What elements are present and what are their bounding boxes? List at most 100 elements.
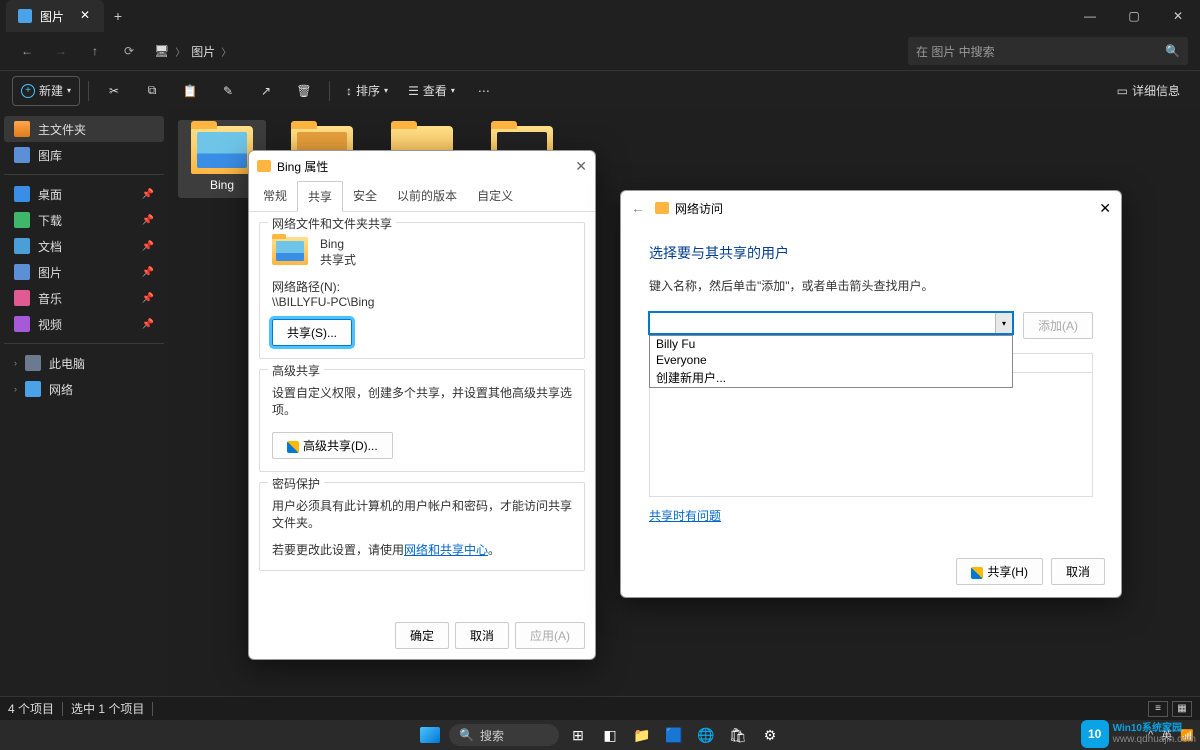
delete-button[interactable]: 🗑 [287,76,321,106]
sidebar-item-home[interactable]: 主文件夹 [4,116,164,142]
network-icon [25,381,41,397]
user-input[interactable] [650,313,994,333]
back-button[interactable]: ← [12,36,42,66]
advanced-share-button[interactable]: 高级共享(D)... [272,432,393,459]
sidebar-item-music[interactable]: 音乐📌 [4,285,164,311]
tab-general[interactable]: 常规 [253,181,297,211]
search-input[interactable]: 在 图片 中搜索 🔍 [908,37,1188,65]
edge-icon[interactable]: 🌐 [693,724,719,746]
properties-tabs: 常规 共享 安全 以前的版本 自定义 [249,181,595,212]
explorer-icon[interactable]: 📁 [629,724,655,746]
more-button[interactable]: ⋯ [467,76,501,106]
dropdown-option[interactable]: Everyone [650,352,1012,368]
tab-share[interactable]: 共享 [297,181,343,212]
sidebar-item-thispc[interactable]: ›此电脑 [4,350,164,376]
dialog-header[interactable]: ← 网络访问 ✕ [621,191,1121,225]
taskbar-app[interactable]: ⚙ [757,724,783,746]
netpath-value: \\BILLYFU-PC\Bing [272,295,572,309]
refresh-button[interactable]: ⟳ [114,36,144,66]
dropdown-option[interactable]: 创建新用户... [650,368,1012,387]
maximize-button[interactable]: ▢ [1112,0,1156,32]
folder-icon [257,160,271,172]
share-button[interactable]: ↗ [249,76,283,106]
paste-button[interactable]: 📋 [173,76,207,106]
start-button[interactable] [417,724,443,746]
add-button[interactable]: 添加(A) [1023,312,1093,339]
dropdown-button[interactable]: ▾ [995,313,1012,333]
store-icon[interactable]: 🛍 [725,724,751,746]
dialog-title: 网络访问 [675,200,723,217]
sidebar-item-downloads[interactable]: 下载📌 [4,207,164,233]
apply-button[interactable]: 应用(A) [515,622,585,649]
dialog-buttons: 确定 取消 应用(A) [395,622,585,649]
dialog-header[interactable]: Bing 属性 ✕ [249,151,595,181]
user-combobox[interactable]: ▾ Billy Fu Everyone 创建新用户... [649,312,1013,334]
sidebar-item-documents[interactable]: 文档📌 [4,233,164,259]
sidebar-item-desktop[interactable]: 桌面📌 [4,181,164,207]
dialog-title: Bing 属性 [277,158,328,175]
new-button[interactable]: + 新建 ▾ [12,76,80,106]
sort-button[interactable]: ↕ 排序 ▾ [338,76,396,106]
network-center-link[interactable]: 网络和共享中心 [404,543,488,557]
close-tab-icon[interactable]: ✕ [78,9,92,23]
sidebar-item-network[interactable]: ›网络 [4,376,164,402]
minimize-button[interactable]: — [1068,0,1112,32]
close-dialog-button[interactable]: ✕ [575,158,587,175]
folder-icon [272,237,308,265]
breadcrumb[interactable]: 🖥 〉 图片 〉 [154,43,231,60]
help-link[interactable]: 共享时有问题 [649,509,721,523]
watermark: 10 Win10系统家园 www.qdhuajin.com [1081,720,1196,748]
pin-icon: 📌 [142,319,154,330]
shield-icon [971,567,983,579]
chevron-right-icon: 〉 [221,44,231,59]
password-desc: 用户必须具有此计算机的用户帐户和密码，才能访问共享文件夹。 [272,497,572,531]
view-icon: ☰ [408,84,419,98]
cancel-button[interactable]: 取消 [1051,558,1105,585]
pin-icon: 📌 [142,189,154,200]
watermark-logo: 10 [1081,720,1109,748]
tab-pictures[interactable]: 图片 ✕ [6,0,104,32]
taskbar-app[interactable]: ◧ [597,724,623,746]
folder-icon [191,126,253,174]
up-button[interactable]: ↑ [80,36,110,66]
pin-icon: 📌 [142,215,154,226]
cancel-button[interactable]: 取消 [455,622,509,649]
tab-custom[interactable]: 自定义 [467,181,523,211]
user-list[interactable] [649,373,1093,497]
sidebar-item-gallery[interactable]: 图库 [4,142,164,168]
taskbar-app[interactable]: 🟦 [661,724,687,746]
folder-icon [655,202,669,214]
advanced-section: 高级共享 设置自定义权限，创建多个共享，并设置其他高级共享选项。 高级共享(D)… [259,369,585,472]
breadcrumb-item[interactable]: 图片 [191,43,215,60]
ok-button[interactable]: 确定 [395,622,449,649]
share-button[interactable]: 共享(S)... [272,319,352,346]
properties-dialog: Bing 属性 ✕ 常规 共享 安全 以前的版本 自定义 网络文件和文件夹共享 … [248,150,596,660]
sidebar-item-pictures[interactable]: 图片📌 [4,259,164,285]
pc-icon [25,355,41,371]
taskbar-search[interactable]: 🔍 搜索 [449,724,559,746]
close-window-button[interactable]: ✕ [1156,0,1200,32]
rename-button[interactable]: ✎ [211,76,245,106]
share-button[interactable]: 共享(H) [956,558,1043,585]
details-icon: ▭ [1117,84,1128,98]
details-button[interactable]: ▭ 详细信息 [1109,76,1188,106]
new-tab-button[interactable]: + [104,8,132,24]
taskview-button[interactable]: ⊞ [565,724,591,746]
close-dialog-button[interactable]: ✕ [1099,200,1111,217]
tab-previous[interactable]: 以前的版本 [387,181,467,211]
back-button[interactable]: ← [631,200,645,216]
search-icon: 🔍 [1165,44,1180,58]
forward-button[interactable]: → [46,36,76,66]
cut-button[interactable]: ✂ [97,76,131,106]
tab-security[interactable]: 安全 [343,181,387,211]
view-list-button[interactable]: ≡ [1148,701,1168,717]
copy-button[interactable]: ⧉ [135,76,169,106]
plus-icon: + [21,84,35,98]
sidebar-item-videos[interactable]: 视频📌 [4,311,164,337]
view-grid-button[interactable]: ▦ [1172,701,1192,717]
video-icon [14,316,30,332]
home-icon [14,121,30,137]
share-section: 网络文件和文件夹共享 Bing 共享式 网络路径(N): \\BILLYFU-P… [259,222,585,359]
dropdown-option[interactable]: Billy Fu [650,336,1012,352]
view-button[interactable]: ☰ 查看 ▾ [400,76,463,106]
